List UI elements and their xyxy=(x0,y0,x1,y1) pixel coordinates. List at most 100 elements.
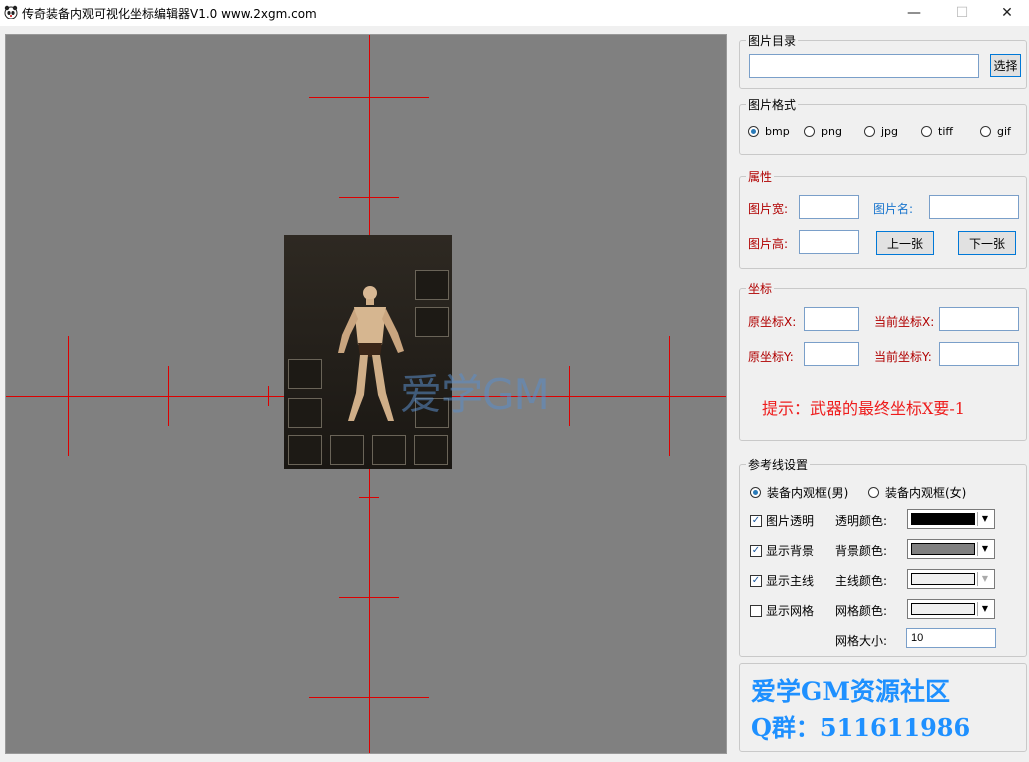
close-button[interactable]: ✕ xyxy=(984,0,1029,26)
stone-slot xyxy=(372,435,406,465)
tick-line xyxy=(669,336,670,456)
charm-slot xyxy=(414,435,448,465)
bracelet-left-slot xyxy=(288,359,322,389)
transparent-color-select[interactable]: ▼ xyxy=(907,509,995,529)
watermark-text: 爱学GM xyxy=(400,370,550,419)
tick-line xyxy=(569,366,570,426)
format-label: bmp xyxy=(765,125,790,138)
panda-app-icon xyxy=(4,5,18,19)
color-swatch xyxy=(911,573,975,585)
radio-male-label: 装备内观框(男) xyxy=(767,486,849,500)
preview-canvas[interactable]: 爱学GM xyxy=(5,34,727,754)
choose-button[interactable]: 选择 xyxy=(990,54,1021,77)
radio-dot xyxy=(868,487,879,498)
checkbox-mainline[interactable]: ✓ 显示主线 xyxy=(750,572,814,589)
format-label: jpg xyxy=(881,125,899,138)
current-x-input[interactable] xyxy=(939,307,1019,331)
orig-y-label: 原坐标Y: xyxy=(748,350,794,364)
current-x-label: 当前坐标X: xyxy=(874,315,935,329)
checkbox-background[interactable]: ✓ 显示背景 xyxy=(750,542,814,559)
tick-line xyxy=(359,497,379,498)
next-image-button[interactable]: 下一张 xyxy=(958,231,1016,255)
minimize-button[interactable]: — xyxy=(891,0,937,26)
format-radio-tiff[interactable]: tiff xyxy=(921,125,953,138)
radio-dot xyxy=(980,126,991,137)
grid-color-select[interactable]: ▼ xyxy=(907,599,995,619)
prev-image-button[interactable]: 上一张 xyxy=(876,231,934,255)
properties-title: 属性 xyxy=(746,168,775,185)
radio-dot xyxy=(748,126,759,137)
ring-left-slot xyxy=(288,398,322,428)
image-name-input[interactable] xyxy=(929,195,1019,219)
chevron-down-icon: ▼ xyxy=(977,602,992,616)
checkbox-transparent[interactable]: ✓ 图片透明 xyxy=(750,512,814,529)
format-radio-jpg[interactable]: jpg xyxy=(864,125,898,138)
orig-x-label: 原坐标X: xyxy=(748,315,797,329)
format-label: tiff xyxy=(938,125,953,138)
radio-female-frame[interactable]: 装备内观框(女) xyxy=(868,484,966,501)
coordinates-title: 坐标 xyxy=(746,280,775,297)
check-icon: ✓ xyxy=(750,574,762,587)
format-radio-bmp[interactable]: bmp xyxy=(748,125,790,138)
image-name-label: 图片名: xyxy=(873,202,914,216)
necklace-slot xyxy=(415,270,449,300)
tick-line xyxy=(309,697,429,698)
checkbox-label: 显示背景 xyxy=(766,544,815,558)
title-bar: 传奇装备内观可视化坐标编辑器V1.0 www.2xgm.com — ☐ ✕ xyxy=(0,0,1029,26)
image-format-title: 图片格式 xyxy=(746,96,799,113)
boots-slot xyxy=(288,435,322,465)
image-width-input[interactable] xyxy=(799,195,859,219)
check-icon: ✓ xyxy=(750,544,762,557)
coordinates-group: 坐标 原坐标X: 当前坐标X: 原坐标Y: 当前坐标Y: 提示：武器的最终坐标X… xyxy=(739,280,1027,441)
mainline-color-label: 主线颜色: xyxy=(835,574,888,588)
qq-group-text: Q群：511611986 xyxy=(751,713,971,742)
community-name-text: 爱学GM资源社区 xyxy=(751,677,951,706)
tick-line xyxy=(268,386,269,406)
reference-line-title: 参考线设置 xyxy=(746,456,811,473)
color-swatch xyxy=(911,603,975,615)
orig-y-input[interactable] xyxy=(804,342,859,366)
color-swatch xyxy=(911,513,975,525)
check-icon: ✓ xyxy=(750,514,762,527)
image-height-input[interactable] xyxy=(799,230,859,254)
grid-size-input[interactable] xyxy=(906,628,996,648)
radio-male-frame[interactable]: 装备内观框(男) xyxy=(750,484,854,501)
hint-text: 提示：武器的最终坐标X要-1 xyxy=(762,399,965,418)
radio-dot xyxy=(921,126,932,137)
chevron-down-icon: ▼ xyxy=(977,512,992,526)
equipment-panel-image xyxy=(284,235,452,469)
tick-line xyxy=(68,336,69,456)
radio-dot xyxy=(864,126,875,137)
background-color-label: 背景颜色: xyxy=(835,544,888,558)
grid-size-label: 网格大小: xyxy=(835,634,888,648)
window-title: 传奇装备内观可视化坐标编辑器V1.0 www.2xgm.com xyxy=(22,7,317,21)
properties-group: 属性 图片宽: 图片名: 图片高: 上一张 下一张 xyxy=(739,168,1027,269)
checkbox-grid[interactable]: 显示网格 xyxy=(750,602,814,619)
image-format-group: 图片格式 bmp png jpg tiff gif xyxy=(739,96,1027,155)
format-radio-png[interactable]: png xyxy=(804,125,842,138)
image-width-label: 图片宽: xyxy=(748,202,789,216)
image-height-label: 图片高: xyxy=(748,237,789,251)
format-radio-gif[interactable]: gif xyxy=(980,125,1011,138)
format-label: png xyxy=(821,125,842,138)
transparent-color-label: 透明颜色: xyxy=(835,514,888,528)
background-color-select[interactable]: ▼ xyxy=(907,539,995,559)
checkbox-label: 图片透明 xyxy=(766,514,815,528)
image-dir-title: 图片目录 xyxy=(746,32,799,49)
tick-line xyxy=(339,597,399,598)
checkbox-label: 显示主线 xyxy=(766,574,815,588)
current-y-input[interactable] xyxy=(939,342,1019,366)
tick-line xyxy=(168,366,169,426)
checkbox-label: 显示网格 xyxy=(766,604,815,618)
image-dir-input[interactable] xyxy=(749,54,979,78)
maximize-button[interactable]: ☐ xyxy=(939,0,985,26)
chevron-down-icon: ▼ xyxy=(977,542,992,556)
grid-color-label: 网格颜色: xyxy=(835,604,888,618)
medal-slot xyxy=(415,307,449,337)
unchecked-box-icon xyxy=(750,604,762,617)
current-y-label: 当前坐标Y: xyxy=(874,350,932,364)
orig-x-input[interactable] xyxy=(804,307,859,331)
mainline-color-select[interactable]: ▼ xyxy=(907,569,995,589)
belt-slot xyxy=(330,435,364,465)
color-swatch xyxy=(911,543,975,555)
